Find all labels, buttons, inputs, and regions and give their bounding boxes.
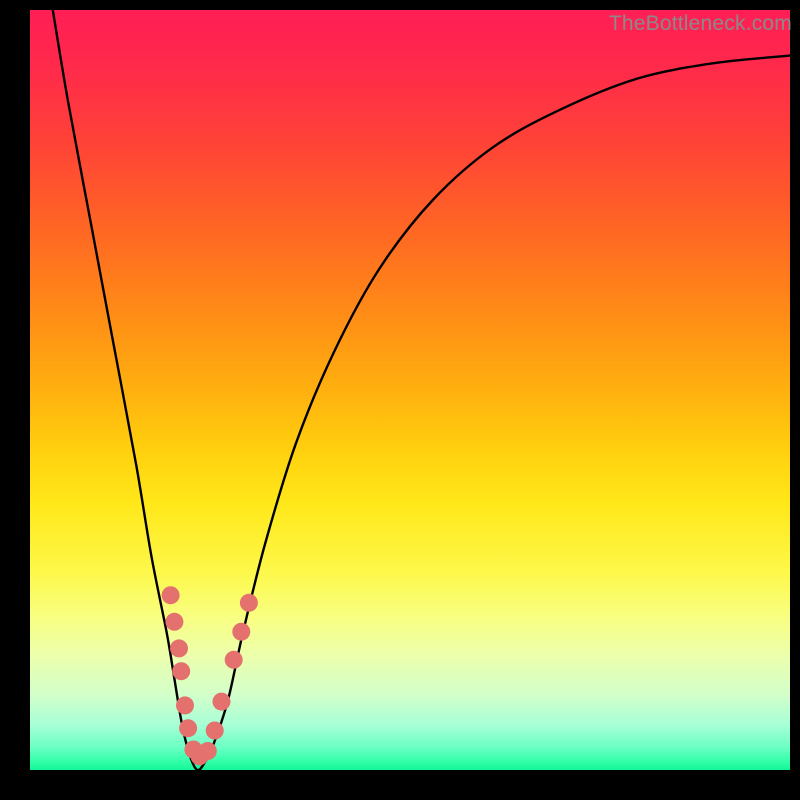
marker-dot (225, 651, 243, 669)
marker-dot (199, 742, 217, 760)
chart-frame: TheBottleneck.com (0, 0, 800, 800)
marker-dot (213, 693, 231, 711)
marker-dot (165, 613, 183, 631)
curve-markers (162, 586, 258, 765)
marker-dot (170, 639, 188, 657)
marker-dot (162, 586, 180, 604)
bottleneck-curve (53, 10, 790, 770)
marker-dot (179, 719, 197, 737)
chart-svg (30, 10, 790, 770)
marker-dot (232, 623, 250, 641)
curve-line (53, 10, 790, 770)
marker-dot (206, 722, 224, 740)
marker-dot (172, 662, 190, 680)
marker-dot (176, 696, 194, 714)
plot-area (30, 10, 790, 770)
marker-dot (240, 594, 258, 612)
watermark-text: TheBottleneck.com (609, 12, 792, 36)
